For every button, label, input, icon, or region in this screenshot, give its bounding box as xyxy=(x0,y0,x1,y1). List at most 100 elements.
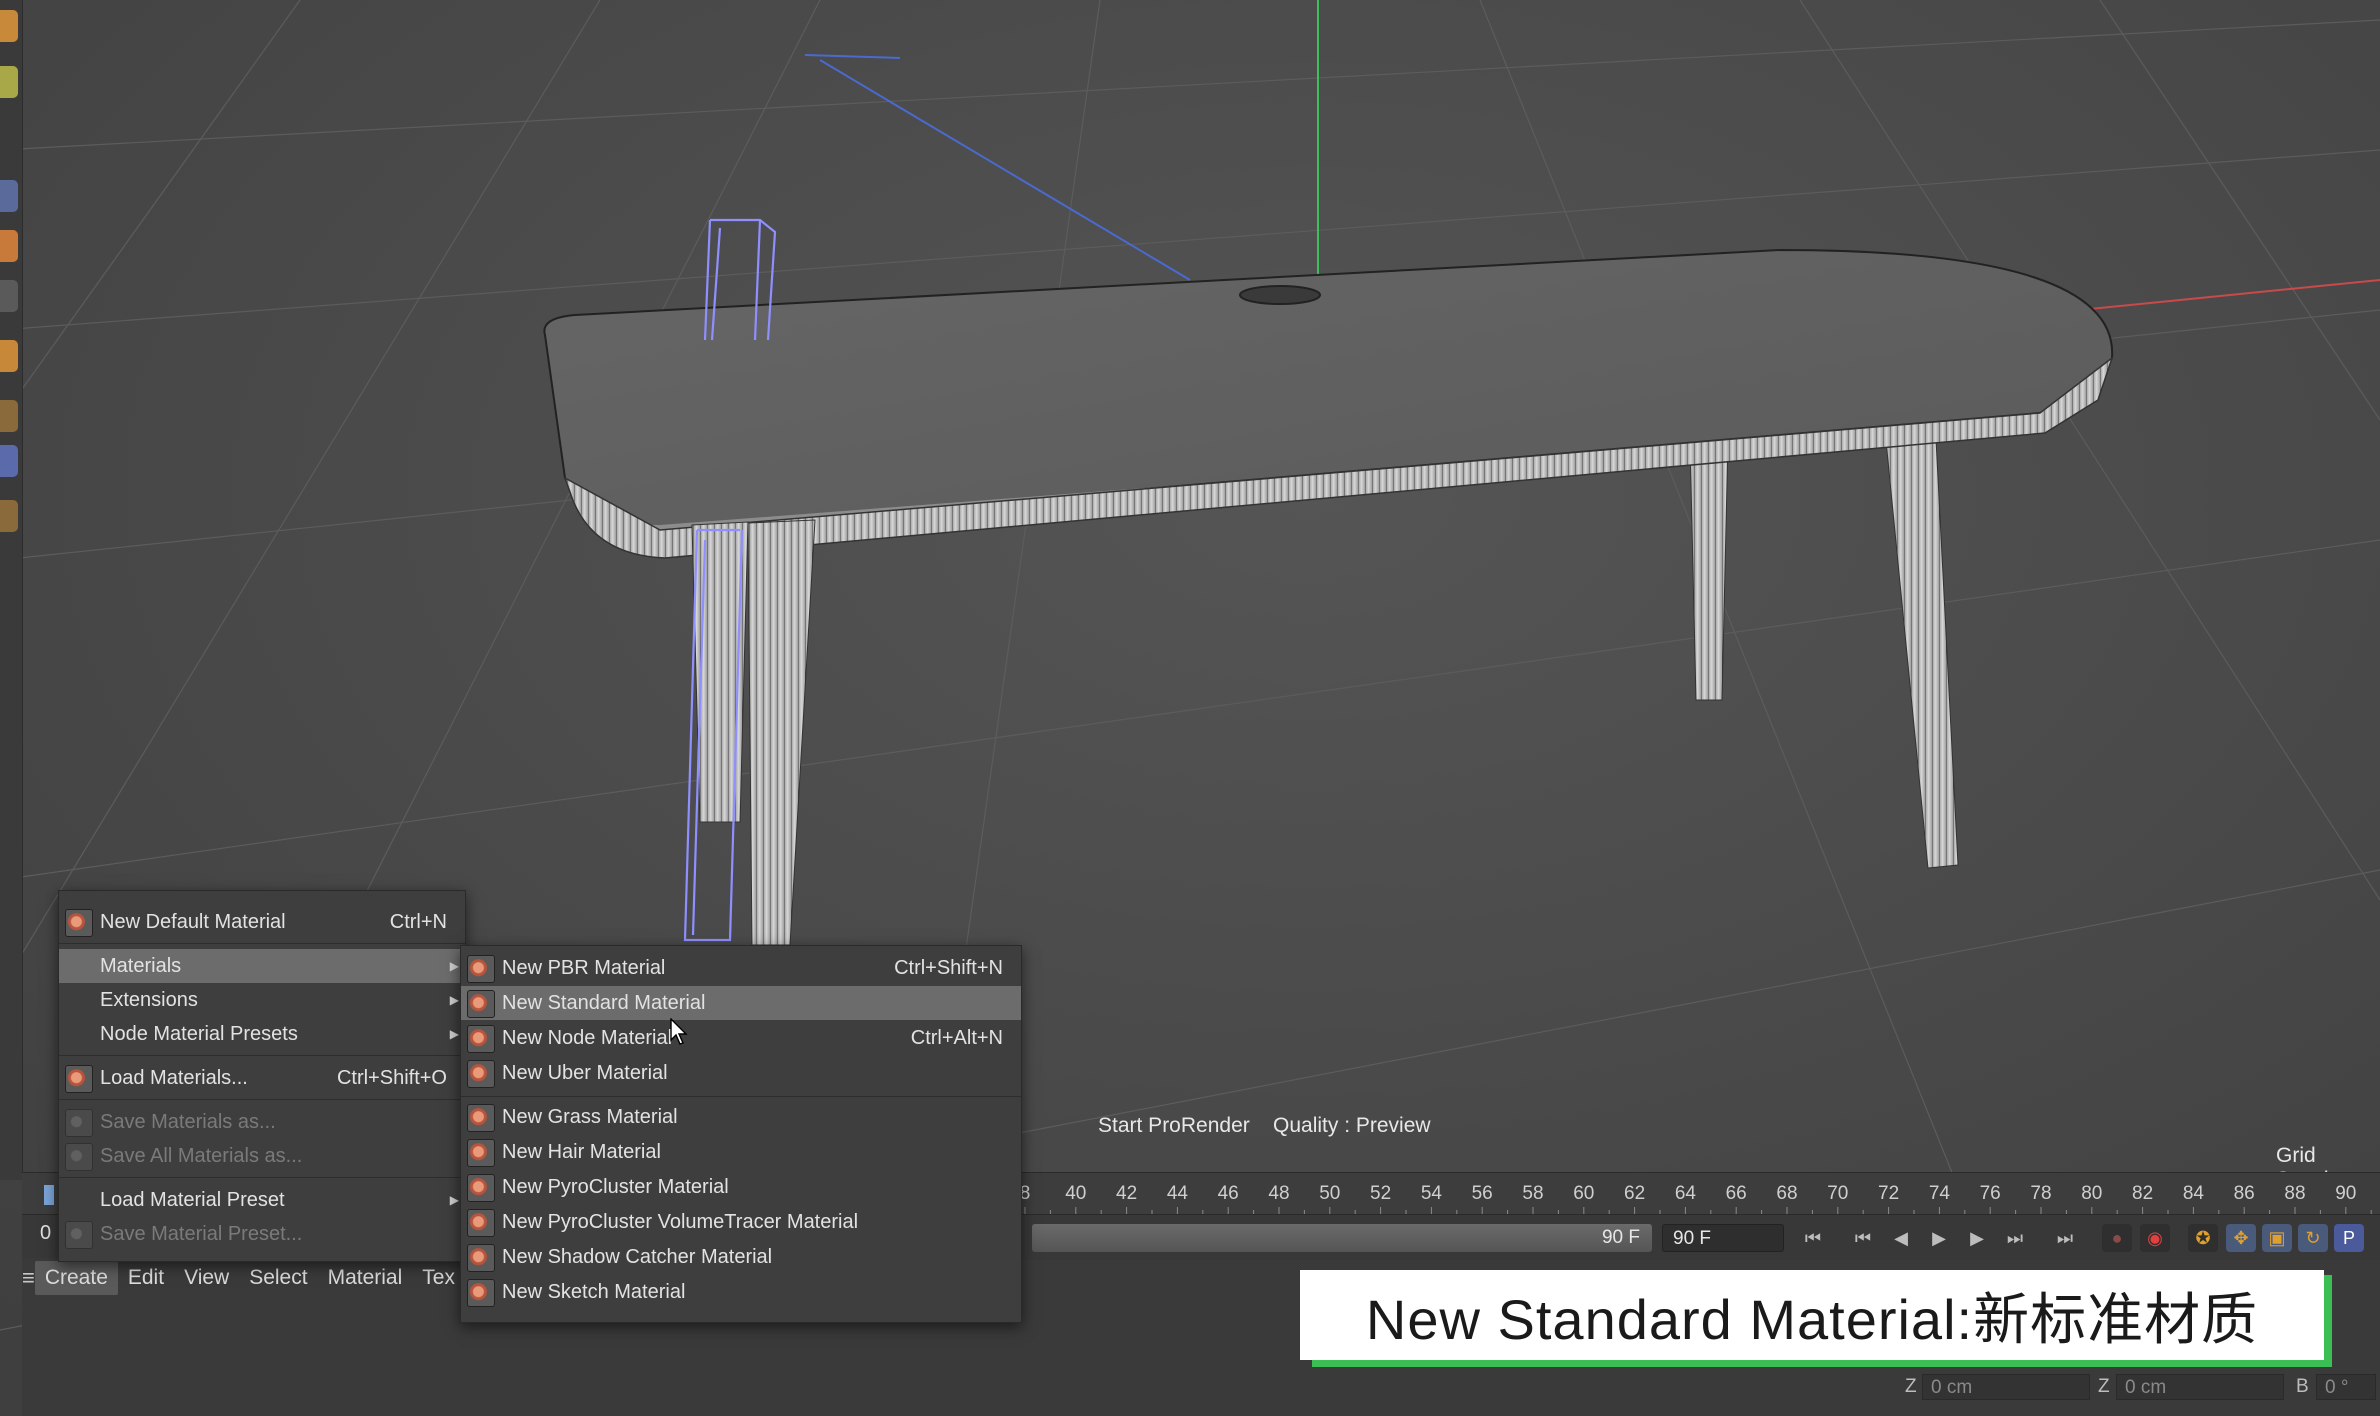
z-rotation-label: Z xyxy=(2098,1376,2110,1397)
record-icon[interactable]: ● xyxy=(2102,1224,2132,1252)
z-size-field[interactable]: 0 cm xyxy=(1922,1374,2090,1400)
menu-item-load-materials[interactable]: Load Materials... Ctrl+Shift+O xyxy=(59,1061,465,1095)
node-material-icon xyxy=(467,1025,495,1053)
z-rotation-field[interactable]: 0 cm xyxy=(2116,1374,2284,1400)
frame-range-slider[interactable] xyxy=(1032,1224,1652,1252)
keyframe-selection-icon[interactable]: ✪ xyxy=(2188,1224,2218,1252)
caption-text: New Standard Material:新标准材质 xyxy=(1365,1287,2259,1351)
points-mode-icon[interactable] xyxy=(0,180,18,212)
timeline-tick-label: 84 xyxy=(2182,1183,2204,1204)
menu-item-new-uber-material[interactable]: New Uber Material xyxy=(461,1056,1021,1090)
timeline-tick-label: 48 xyxy=(1268,1183,1290,1204)
timeline-tick-label: 90 xyxy=(2335,1183,2357,1204)
edit-mode-icon[interactable] xyxy=(0,10,18,42)
workplane-icon[interactable] xyxy=(0,500,18,532)
standard-material-icon xyxy=(467,990,495,1018)
menu-item-new-pyrocluster-volumetracer-material[interactable]: New PyroCluster VolumeTracer Material xyxy=(461,1205,1021,1239)
menu-item-new-pyrocluster-material[interactable]: New PyroCluster Material xyxy=(461,1170,1021,1204)
uv-mode-icon[interactable] xyxy=(0,340,18,372)
menu-select[interactable]: Select xyxy=(239,1261,317,1295)
menu-item-save-all-materials-as[interactable]: Save All Materials as... xyxy=(59,1139,465,1173)
sketch-material-icon xyxy=(467,1279,495,1307)
menu-view[interactable]: View xyxy=(174,1261,239,1295)
timeline-tick-label: 70 xyxy=(1827,1183,1849,1204)
key-parameter-icon[interactable]: P xyxy=(2334,1224,2364,1252)
key-rotation-icon[interactable]: ↻ xyxy=(2298,1224,2328,1252)
mouse-cursor-icon xyxy=(670,1018,688,1045)
snap-icon[interactable] xyxy=(0,445,18,477)
play-icon[interactable]: ▶ xyxy=(1924,1224,1954,1252)
next-frame-icon[interactable]: ▶ xyxy=(1962,1224,1992,1252)
submenu-arrow-icon: ▶ xyxy=(449,1193,459,1207)
goto-end-icon[interactable]: ⏭ xyxy=(2050,1224,2080,1252)
volumetracer-material-icon xyxy=(467,1209,495,1237)
playhead-marker[interactable] xyxy=(44,1185,54,1205)
pyrocluster-material-icon xyxy=(467,1174,495,1202)
save-preset-icon xyxy=(65,1221,93,1249)
model-mode-icon[interactable] xyxy=(0,66,18,98)
timeline-tick-label: 62 xyxy=(1624,1183,1646,1204)
b-rotation-label: B xyxy=(2296,1376,2309,1397)
menu-item-new-sketch-material[interactable]: New Sketch Material xyxy=(461,1275,1021,1309)
material-icon xyxy=(65,909,93,937)
menu-item-save-materials-as[interactable]: Save Materials as... xyxy=(59,1105,465,1139)
grass-material-icon xyxy=(467,1104,495,1132)
timeline-tick-label: 80 xyxy=(2081,1183,2103,1204)
material-manager-menubar: ≡ Create Edit View Select Material Tex xyxy=(22,1258,462,1298)
table-hole xyxy=(1239,285,1321,305)
save-materials-icon xyxy=(65,1109,93,1137)
menu-item-materials[interactable]: Materials ▶ xyxy=(59,949,465,983)
axis-mode-icon[interactable] xyxy=(0,400,18,432)
prorender-quality[interactable]: Quality : Preview xyxy=(1273,1114,1431,1138)
create-menu: New Default Material Ctrl+N Materials ▶ … xyxy=(58,890,466,1262)
table-leg-back-left xyxy=(1689,439,1729,701)
menu-item-new-pbr-material[interactable]: New PBR Material Ctrl+Shift+N xyxy=(461,951,1021,985)
load-materials-icon xyxy=(65,1065,93,1093)
menu-material[interactable]: Material xyxy=(318,1261,413,1295)
prev-key-icon[interactable]: ⏮ xyxy=(1848,1224,1878,1252)
b-rotation-field[interactable]: 0 ° xyxy=(2316,1374,2376,1400)
menu-item-save-material-preset[interactable]: Save Material Preset... xyxy=(59,1217,465,1251)
timeline-tick-label: 68 xyxy=(1776,1183,1798,1204)
goto-start-icon[interactable]: ⏮ xyxy=(1798,1224,1828,1252)
menu-item-new-default-material[interactable]: New Default Material Ctrl+N xyxy=(59,905,465,939)
menu-item-new-node-material[interactable]: New Node Material Ctrl+Alt+N xyxy=(461,1021,1021,1055)
timeline-tick-label: 58 xyxy=(1522,1183,1544,1204)
submenu-arrow-icon: ▶ xyxy=(449,959,459,973)
menu-item-load-material-preset[interactable]: Load Material Preset ▶ xyxy=(59,1183,465,1217)
timeline-tick-label: 44 xyxy=(1166,1183,1188,1204)
prorender-start[interactable]: Start ProRender xyxy=(1098,1114,1250,1138)
timeline-tick-label: 64 xyxy=(1674,1183,1696,1204)
menu-item-new-standard-material[interactable]: New Standard Material xyxy=(461,986,1021,1020)
next-key-icon[interactable]: ⏭ xyxy=(2000,1224,2030,1252)
menu-texture[interactable]: Tex xyxy=(412,1261,465,1295)
z-size-label: Z xyxy=(1905,1376,1917,1397)
menu-item-new-shadow-catcher-material[interactable]: New Shadow Catcher Material xyxy=(461,1240,1021,1274)
timeline-tick-label: 88 xyxy=(2284,1183,2306,1204)
menu-edit[interactable]: Edit xyxy=(118,1261,174,1295)
shadow-catcher-material-icon xyxy=(467,1244,495,1272)
menu-item-new-hair-material[interactable]: New Hair Material xyxy=(461,1135,1021,1169)
autokey-icon[interactable]: ◉ xyxy=(2140,1224,2170,1252)
key-scale-icon[interactable]: ▣ xyxy=(2262,1224,2292,1252)
hamburger-menu-icon[interactable]: ≡ xyxy=(22,1265,35,1291)
save-all-materials-icon xyxy=(65,1143,93,1171)
timeline-tick-label: 40 xyxy=(1065,1183,1087,1204)
current-frame-field[interactable]: 0 xyxy=(40,1222,51,1245)
caption-box: New Standard Material:新标准材质 xyxy=(1300,1270,2324,1360)
menu-create[interactable]: Create xyxy=(34,1261,118,1295)
timeline-tick-label: 46 xyxy=(1217,1183,1239,1204)
timeline-tick-label: 82 xyxy=(2132,1183,2154,1204)
end-frame-field[interactable]: 90 F xyxy=(1662,1224,1784,1252)
key-position-icon[interactable]: ✥ xyxy=(2226,1224,2256,1252)
polygons-mode-icon[interactable] xyxy=(0,280,18,312)
menu-item-node-material-presets[interactable]: Node Material Presets ▶ xyxy=(59,1017,465,1051)
timeline-tick-label: 78 xyxy=(2030,1183,2052,1204)
timeline-tick-label: 54 xyxy=(1420,1183,1442,1204)
timeline-tick-label: 86 xyxy=(2233,1183,2255,1204)
menu-item-extensions[interactable]: Extensions ▶ xyxy=(59,983,465,1017)
menu-item-new-grass-material[interactable]: New Grass Material xyxy=(461,1100,1021,1134)
edges-mode-icon[interactable] xyxy=(0,230,18,262)
submenu-arrow-icon: ▶ xyxy=(449,993,459,1007)
prev-frame-icon[interactable]: ◀ xyxy=(1886,1224,1916,1252)
